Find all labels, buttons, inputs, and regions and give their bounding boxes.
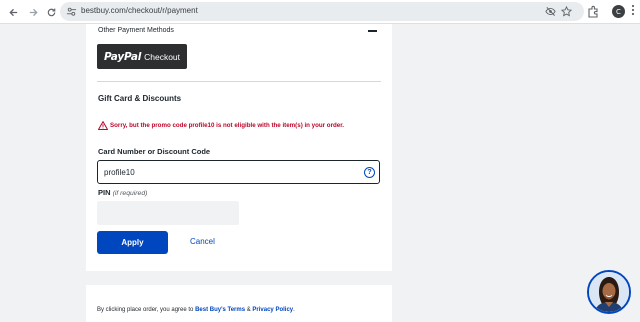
paypal-checkout-button[interactable]: PayPal Checkout [97,44,187,69]
pin-input[interactable] [97,201,239,225]
section-divider [97,81,381,82]
promo-error-message: Sorry, but the promo code profile10 is n… [110,122,345,129]
browser-toolbar: bestbuy.com/checkout/r/payment C [0,0,640,24]
apply-button[interactable]: Apply [97,231,168,254]
payment-card: Other Payment Methods PayPal Checkout Gi… [86,24,392,271]
paypal-logo: PayPal [103,50,142,63]
discount-code-input[interactable] [97,160,380,184]
minus-icon[interactable] [368,30,377,32]
terms-text: By clicking place order, you agree to Be… [97,307,295,313]
terms-prefix: By clicking place order, you agree to [97,307,196,313]
pin-label-text: PIN [98,188,111,197]
cancel-link[interactable]: Cancel [190,237,215,246]
back-icon[interactable] [5,4,21,20]
extensions-icon[interactable] [586,5,600,19]
terms-suffix: . [293,307,295,313]
code-field-label: Card Number or Discount Code [98,147,211,156]
terms-link[interactable]: Best Buy's Terms [195,307,245,313]
warning-icon [98,121,108,130]
url-text[interactable]: bestbuy.com/checkout/r/payment [81,6,198,15]
help-icon[interactable]: ? [364,167,375,178]
menu-icon[interactable] [628,4,638,20]
reload-icon[interactable] [43,4,59,20]
chat-assistant-avatar[interactable] [587,270,631,314]
site-settings-icon[interactable] [66,6,77,17]
paypal-checkout-label: Checkout [144,51,181,62]
forward-icon[interactable] [25,4,41,20]
eye-off-icon[interactable] [544,5,557,18]
star-icon[interactable] [560,5,573,18]
profile-avatar[interactable]: C [612,5,625,18]
gift-card-title: Gift Card & Discounts [98,94,182,103]
pin-hint: (if required) [112,190,148,197]
pin-label: PIN (if required) [98,188,147,197]
address-bar[interactable]: bestbuy.com/checkout/r/payment [60,2,584,21]
assistant-portrait-icon [589,272,629,312]
terms-card: By clicking place order, you agree to Be… [86,285,392,322]
privacy-policy-link[interactable]: Privacy Policy [252,307,293,313]
other-payment-methods-label: Other Payment Methods [98,27,174,34]
